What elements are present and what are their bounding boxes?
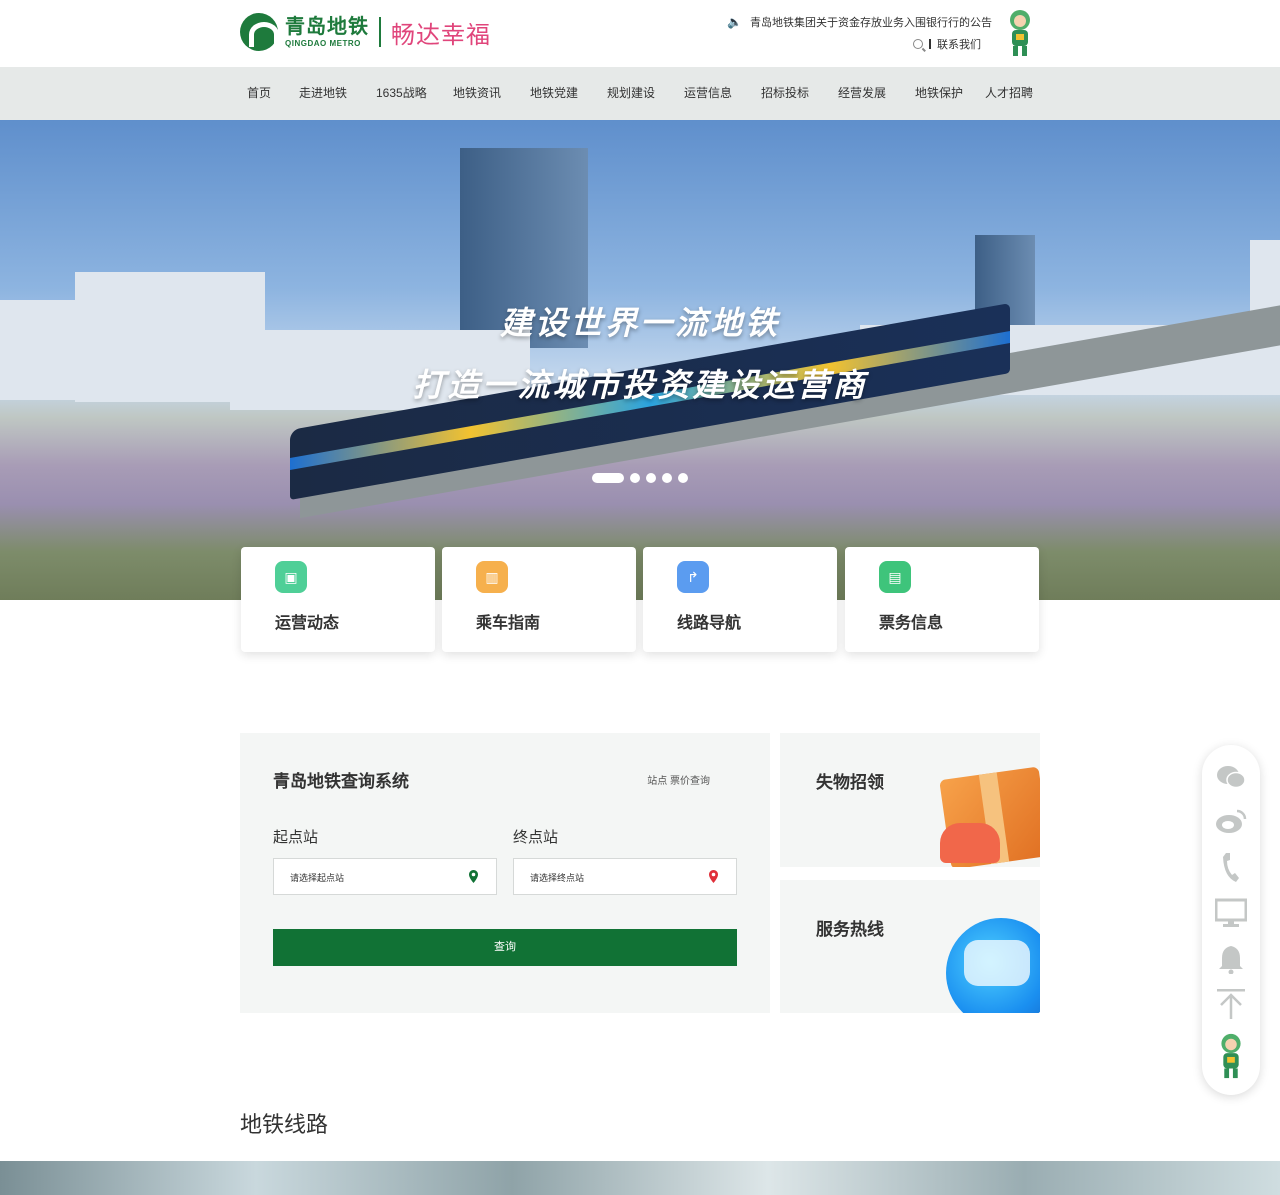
site-header: 青岛地铁 QINGDAO METRO 畅达幸福 🔈 青岛地铁集团关于资金存放业务… bbox=[0, 0, 1280, 67]
query-title: 青岛地铁查询系统 bbox=[273, 772, 409, 791]
end-station-placeholder: 请选择终点站 bbox=[530, 873, 585, 883]
monitor-icon[interactable] bbox=[1215, 897, 1247, 929]
lost-found-card[interactable]: 失物招领 bbox=[780, 733, 1040, 867]
nav-about[interactable]: 走进地铁 bbox=[299, 67, 347, 120]
query-button[interactable]: 查询 bbox=[273, 929, 737, 966]
slider-dots bbox=[592, 473, 688, 483]
logo-english: QINGDAO METRO bbox=[285, 38, 361, 48]
search-icon[interactable] bbox=[913, 39, 923, 49]
slider-dot[interactable] bbox=[630, 473, 640, 483]
nav-careers[interactable]: 人才招聘 bbox=[985, 67, 1033, 120]
logo[interactable]: 青岛地铁 QINGDAO METRO 畅达幸福 bbox=[240, 12, 491, 52]
chat-bubble-icon bbox=[946, 918, 1040, 1013]
logo-slogan: 畅达幸福 bbox=[391, 20, 491, 49]
location-pin-icon bbox=[709, 870, 718, 883]
hands-icon bbox=[940, 823, 1000, 863]
start-station-placeholder: 请选择起点站 bbox=[290, 873, 345, 883]
slider-dot[interactable] bbox=[678, 473, 688, 483]
mascot-icon bbox=[1010, 10, 1030, 56]
ticket-icon: ▤ bbox=[879, 561, 911, 593]
location-pin-icon bbox=[469, 870, 478, 883]
nav-party[interactable]: 地铁党建 bbox=[530, 67, 578, 120]
bell-icon[interactable] bbox=[1215, 943, 1247, 975]
slider-dot[interactable] bbox=[592, 473, 624, 483]
query-panel: 青岛地铁查询系统 站点 票价查询 起点站 请选择起点站 终点站 请选择终点站 查… bbox=[240, 733, 770, 1013]
end-station-select[interactable]: 请选择终点站 bbox=[513, 858, 737, 895]
hotline-card[interactable]: 服务热线 bbox=[780, 880, 1040, 1013]
contact-link[interactable]: 联系我们 bbox=[937, 36, 981, 52]
start-station-label: 起点站 bbox=[273, 829, 319, 846]
quick-card-route[interactable]: ↱ 线路导航 bbox=[643, 547, 837, 652]
logo-divider bbox=[379, 17, 381, 47]
quick-card-label: 线路导航 bbox=[677, 615, 742, 632]
quick-card-label: 票务信息 bbox=[879, 615, 944, 632]
phone-icon[interactable] bbox=[1215, 851, 1247, 883]
banner-headline: 建设世界一流地铁 bbox=[499, 305, 780, 341]
start-station-select[interactable]: 请选择起点站 bbox=[273, 858, 497, 895]
banner-subheadline: 打造一流城市投资建设运营商 bbox=[412, 367, 868, 403]
route-icon: ↱ bbox=[677, 561, 709, 593]
end-station-label: 终点站 bbox=[513, 829, 559, 846]
quick-card-label: 运营动态 bbox=[275, 615, 340, 632]
slider-dot[interactable] bbox=[662, 473, 672, 483]
station-fare-link[interactable]: 站点 票价查询 bbox=[647, 772, 710, 787]
header-tools: 联系我们 bbox=[913, 36, 981, 52]
nav-news[interactable]: 地铁资讯 bbox=[453, 67, 501, 120]
hotline-title: 服务热线 bbox=[816, 920, 884, 939]
train-icon: ▣ bbox=[275, 561, 307, 593]
nav-protection[interactable]: 地铁保护 bbox=[915, 67, 963, 120]
quick-card-guide[interactable]: ▥ 乘车指南 bbox=[442, 547, 636, 652]
mascot-icon[interactable] bbox=[1215, 1031, 1247, 1081]
side-toolbar bbox=[1202, 745, 1260, 1095]
nav-planning[interactable]: 规划建设 bbox=[607, 67, 655, 120]
section-title: 地铁线路 bbox=[240, 1112, 329, 1137]
nav-operation[interactable]: 运营信息 bbox=[684, 67, 732, 120]
quick-card-operation[interactable]: ▣ 运营动态 bbox=[241, 547, 435, 652]
lost-found-title: 失物招领 bbox=[816, 773, 884, 792]
notice-text: 青岛地铁集团关于资金存放业务入围银行行的公告 bbox=[749, 17, 992, 29]
lines-banner-image bbox=[0, 1161, 1280, 1195]
logo-name: 青岛地铁 bbox=[285, 15, 369, 38]
main-nav: 首页 走进地铁 1635战略 地铁资讯 地铁党建 规划建设 运营信息 招标投标 … bbox=[0, 67, 1280, 120]
wechat-icon[interactable] bbox=[1215, 761, 1247, 793]
map-icon: ▥ bbox=[476, 561, 508, 593]
quick-card-label: 乘车指南 bbox=[476, 615, 541, 632]
nav-strategy[interactable]: 1635战略 bbox=[376, 67, 427, 120]
slider-dot[interactable] bbox=[646, 473, 656, 483]
weibo-icon[interactable] bbox=[1215, 805, 1247, 837]
nav-business[interactable]: 经营发展 bbox=[838, 67, 886, 120]
notice-link[interactable]: 🔈 青岛地铁集团关于资金存放业务入围银行行的公告 bbox=[727, 14, 992, 30]
quick-card-ticket[interactable]: ▤ 票务信息 bbox=[845, 547, 1039, 652]
back-to-top-icon[interactable] bbox=[1215, 988, 1247, 1020]
hero-banner[interactable]: 建设世界一流地铁 打造一流城市投资建设运营商 bbox=[0, 120, 1280, 600]
divider bbox=[929, 39, 931, 49]
nav-bidding[interactable]: 招标投标 bbox=[761, 67, 809, 120]
metro-logo-icon bbox=[240, 13, 279, 51]
nav-home[interactable]: 首页 bbox=[247, 67, 271, 120]
speaker-icon: 🔈 bbox=[727, 15, 742, 29]
